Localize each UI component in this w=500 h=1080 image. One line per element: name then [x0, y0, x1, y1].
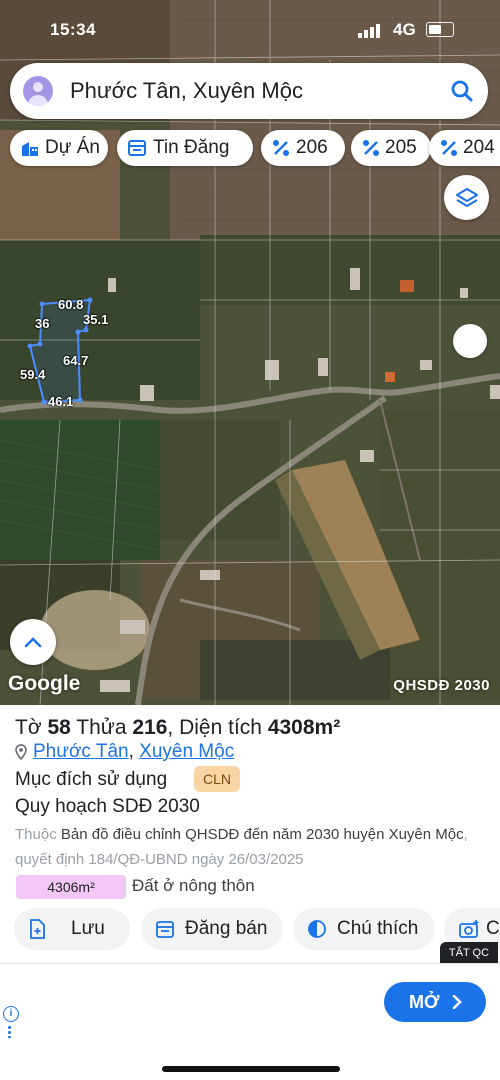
- search-icon[interactable]: [448, 77, 476, 105]
- percent-icon: [363, 140, 379, 156]
- parcel-title: Tờ 58 Thửa 216, Diện tích 4308m²: [15, 716, 341, 739]
- status-bar: 15:34 4G: [0, 18, 500, 44]
- network-type: 4G: [393, 20, 416, 39]
- chip-205[interactable]: 205: [351, 130, 431, 166]
- satellite-map[interactable]: 60.8 36 35.1 64.7 59.4 46.1 15:34 4G Phư…: [0, 0, 500, 705]
- district-link[interactable]: Xuyên Mộc: [139, 741, 234, 762]
- location-pin-icon: [15, 744, 27, 760]
- home-indicator-area: [0, 1038, 500, 1080]
- chip-du-an[interactable]: Dự Án: [10, 130, 108, 166]
- percent-icon: [273, 140, 289, 156]
- status-time: 15:34: [50, 20, 96, 39]
- calendar-icon: [156, 921, 174, 938]
- plan-name: Bản đồ điều chỉnh QHSDĐ đến năm 2030 huy…: [60, 826, 464, 843]
- layers-icon: [456, 188, 478, 207]
- action-bar: Lưu Đăng bán Chú thích C: [0, 908, 500, 952]
- parcel-info-panel: Tờ 58 Thửa 216, Diện tích 4308m² Phước T…: [0, 705, 500, 965]
- map-layer-label: QHSDĐ 2030: [393, 677, 490, 694]
- chip-tin-dang[interactable]: Tin Đăng: [117, 130, 253, 166]
- contrast-icon: [308, 920, 326, 938]
- battery-icon: [426, 22, 454, 37]
- expand-up-button[interactable]: [10, 619, 56, 665]
- ad-banner[interactable]: i MỞ: [0, 963, 500, 1039]
- search-bar[interactable]: Phước Tân, Xuyên Mộc: [10, 63, 488, 119]
- home-indicator[interactable]: [162, 1066, 340, 1072]
- dimension-label: 59.4: [20, 367, 46, 382]
- dimension-label: 64.7: [63, 353, 89, 368]
- dimension-label: 46.1: [48, 394, 74, 409]
- post-for-sale-button[interactable]: Đăng bán: [141, 908, 283, 950]
- zone-area-bar: 4306m²: [16, 875, 126, 899]
- open-ad-button[interactable]: MỞ: [384, 982, 486, 1022]
- zone-label: Đất ở nông thôn: [132, 876, 255, 895]
- search-input[interactable]: Phước Tân, Xuyên Mộc: [70, 78, 303, 104]
- dimension-label: 35.1: [83, 312, 109, 327]
- percent-icon: [441, 140, 457, 156]
- add-file-icon: [30, 919, 45, 939]
- listing-icon: [128, 140, 146, 156]
- google-logo: Google: [8, 672, 81, 695]
- commune-link[interactable]: Phước Tân: [33, 741, 129, 762]
- building-icon: [22, 142, 38, 156]
- chevron-right-icon: [452, 995, 462, 1009]
- chip-204[interactable]: 204: [429, 130, 500, 166]
- parcel-location: Phước Tân, Xuyên Mộc: [15, 741, 234, 763]
- plan-description: Thuộc Bản đồ điều chỉnh QHSDĐ đến năm 20…: [15, 826, 468, 868]
- legend-button[interactable]: Chú thích: [293, 908, 435, 950]
- chevron-up-icon: [24, 637, 42, 648]
- land-use-badge: CLN: [194, 766, 241, 792]
- signal-icon: [358, 24, 380, 38]
- avatar[interactable]: [23, 76, 53, 106]
- dimension-label: 36: [35, 316, 50, 331]
- land-use-purpose-label: Mục đích sử dụng: [15, 769, 168, 790]
- save-button[interactable]: Lưu: [14, 908, 130, 950]
- layers-button[interactable]: [444, 175, 489, 220]
- dimension-label: 60.8: [58, 297, 84, 312]
- location-marker[interactable]: [453, 324, 487, 358]
- ad-info-icon[interactable]: i: [3, 1006, 19, 1022]
- chip-206[interactable]: 206: [261, 130, 345, 166]
- close-ad-button[interactable]: TẮT QC: [440, 942, 498, 964]
- plan-title: Quy hoạch SDĐ 2030: [15, 796, 200, 817]
- camera-icon: [459, 920, 479, 938]
